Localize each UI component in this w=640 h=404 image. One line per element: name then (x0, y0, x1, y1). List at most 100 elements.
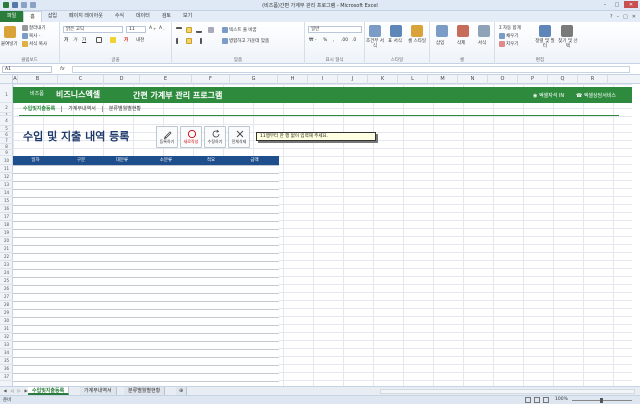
row-header[interactable]: 22 (0, 253, 13, 261)
new-entry-button[interactable]: 새로작성 (180, 126, 202, 148)
excel-magnet-link[interactable]: ◉ 엑셀자석 IN (533, 92, 564, 99)
align-bottom-button[interactable] (196, 27, 202, 33)
sort-filter-icon[interactable] (539, 25, 551, 37)
column-header-p[interactable]: P (518, 75, 548, 84)
tab-review[interactable]: 검토 (156, 11, 177, 22)
row-header[interactable]: 20 (0, 237, 13, 245)
select-all-corner[interactable] (0, 75, 13, 84)
currency-button[interactable]: ₩ - (309, 38, 317, 43)
format-painter-button[interactable]: 서식 복사 (22, 41, 47, 47)
tab-formulas[interactable]: 수식 (109, 11, 130, 22)
row-header[interactable]: 32 (0, 333, 13, 341)
row-header[interactable]: 18 (0, 221, 13, 229)
autosum-button[interactable]: Σ 자동 합계 (499, 25, 521, 32)
row-header[interactable]: 19 (0, 229, 13, 237)
column-header-e[interactable]: E (140, 75, 192, 84)
sheet-tab-income-expense[interactable]: 수입및지출등록 (28, 387, 70, 395)
merge-center-button[interactable]: 병합하고 가운데 맞춤 (222, 38, 269, 44)
percent-button[interactable]: % (323, 38, 327, 43)
nav-income-expense-entry[interactable]: 수입및지출등록 (23, 105, 55, 112)
name-box[interactable]: A1 (2, 66, 52, 73)
nav-category-monthly-status[interactable]: 분류별월별현황 (109, 105, 141, 112)
sheet-tab-ledger[interactable]: 가계부내역서 (80, 387, 117, 395)
font-color-button[interactable]: 가 (124, 37, 128, 43)
excel-consult-link[interactable]: ☎ 엑셀상담서비스 (576, 92, 616, 99)
row-header[interactable]: 11 (0, 165, 13, 173)
border-button[interactable] (96, 37, 102, 43)
ribbon-minimize-icon[interactable]: – (617, 14, 620, 20)
row-header[interactable]: 13 (0, 181, 13, 189)
row-header[interactable]: 21 (0, 245, 13, 253)
sort-filter-button[interactable]: 정렬 및 필터 (535, 39, 555, 49)
find-select-button[interactable]: 찾기 및 선택 (557, 39, 579, 49)
row-header[interactable]: 33 (0, 341, 13, 349)
column-header-f[interactable]: F (192, 75, 230, 84)
row-header[interactable]: 12 (0, 173, 13, 181)
delete-cells-icon[interactable] (457, 25, 469, 37)
wrap-text-button[interactable]: 텍스트 줄 바꿈 (222, 27, 257, 33)
column-header-m[interactable]: M (428, 75, 458, 84)
table-format-icon[interactable] (390, 25, 402, 37)
fx-icon[interactable]: fx (60, 66, 65, 72)
column-header-c[interactable]: C (58, 75, 104, 84)
column-header-n[interactable]: N (458, 75, 488, 84)
cut-button[interactable]: 잘라내기 (22, 25, 46, 31)
first-sheet-icon[interactable]: ◀ (2, 388, 8, 394)
column-header-k[interactable]: K (368, 75, 398, 84)
column-header-d[interactable]: D (104, 75, 140, 84)
row-header[interactable]: 28 (0, 301, 13, 309)
column-header-b[interactable]: B (18, 75, 58, 84)
row-header[interactable]: 23 (0, 261, 13, 269)
underline-button[interactable]: 가 (82, 37, 86, 43)
column-header-r[interactable]: R (578, 75, 608, 84)
row-header[interactable]: 14 (0, 189, 13, 197)
paste-icon[interactable] (4, 26, 16, 38)
align-middle-button[interactable] (186, 27, 192, 33)
close-button[interactable]: ✕ (624, 1, 638, 8)
insert-cells-icon[interactable] (436, 25, 448, 37)
clear-button[interactable]: 지우기 (499, 41, 518, 47)
nav-ledger-report[interactable]: 가계부내역서 (68, 105, 96, 112)
row-header[interactable]: 16 (0, 205, 13, 213)
row-header[interactable]: 10 (0, 156, 13, 165)
zoom-slider-knob[interactable] (600, 398, 603, 403)
row-header[interactable]: 24 (0, 269, 13, 277)
row-header[interactable]: 35 (0, 357, 13, 365)
normal-view-icon[interactable] (525, 397, 531, 403)
column-header-j[interactable]: J (338, 75, 368, 84)
conditional-format-icon[interactable] (369, 25, 381, 37)
prev-sheet-icon[interactable]: ◁ (9, 388, 15, 394)
column-header-h[interactable]: H (278, 75, 308, 84)
delete-cells-button[interactable]: 삭제 (457, 40, 465, 46)
sheet-tab-category-monthly[interactable]: 분류별월별현황 (124, 387, 166, 395)
help-icon[interactable]: ? (610, 14, 613, 20)
register-button[interactable]: 등록하기 (156, 126, 178, 148)
tab-file[interactable]: 파일 (0, 11, 24, 22)
align-top-button[interactable] (176, 27, 182, 33)
insert-cells-button[interactable]: 삽입 (436, 40, 444, 46)
comma-button[interactable]: , (333, 38, 334, 43)
maximize-button[interactable]: □ (612, 1, 622, 8)
formula-input[interactable] (72, 66, 630, 73)
tab-view[interactable]: 보기 (177, 11, 198, 22)
row-header[interactable]: 25 (0, 277, 13, 285)
zoom-slider[interactable] (572, 398, 632, 403)
column-header-g[interactable]: G (230, 75, 278, 84)
page-layout-view-icon[interactable] (534, 397, 540, 403)
fill-color-button[interactable] (110, 37, 116, 43)
format-cells-icon[interactable] (478, 25, 490, 37)
format-cells-button[interactable]: 서식 (478, 40, 486, 46)
shrink-font-button[interactable]: A- (159, 26, 164, 31)
decrease-decimal-button[interactable]: .0 (352, 38, 356, 43)
next-sheet-icon[interactable]: ▷ (16, 388, 22, 394)
row-header[interactable]: 15 (0, 197, 13, 205)
column-header-q[interactable]: Q (548, 75, 578, 84)
column-header-i[interactable]: I (308, 75, 338, 84)
column-header-o[interactable]: O (488, 75, 518, 84)
paste-button[interactable]: 붙여넣기 (1, 41, 18, 47)
grow-font-button[interactable]: A + (149, 26, 156, 31)
cell-style-button[interactable]: 셀 스타일 (408, 39, 428, 44)
tab-data[interactable]: 데이터 (130, 11, 156, 22)
ribbon-close-icon[interactable]: ✕ (632, 14, 636, 20)
fill-button[interactable]: 채우기 (499, 33, 518, 39)
